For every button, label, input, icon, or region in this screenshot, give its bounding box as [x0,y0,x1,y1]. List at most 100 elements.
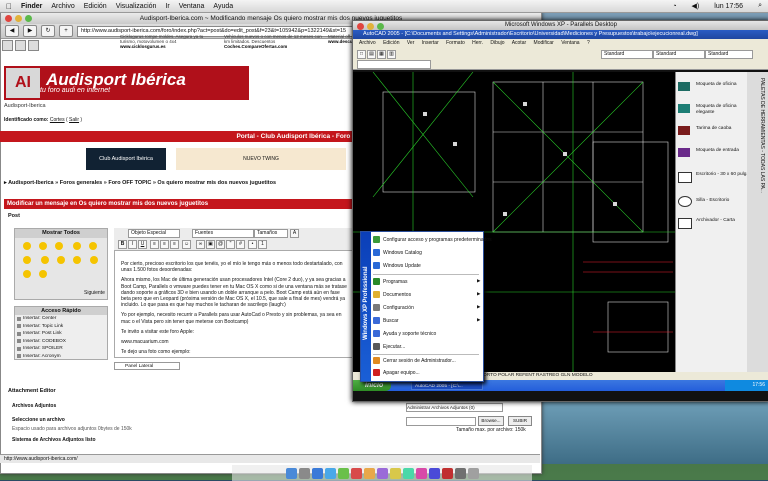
manage-attachments-select[interactable]: Administrar Archivos Adjuntos (0) [406,403,503,412]
bold-button[interactable]: B [118,240,127,249]
smiley-icon[interactable] [23,242,31,250]
cad-menu-acotar[interactable]: Acotar [512,40,526,46]
twingo-banner[interactable]: NUEVO TWING [176,148,346,170]
menu-ayuda[interactable]: Ayuda [213,3,233,10]
quick-item[interactable]: Insertar: Center [15,315,107,323]
help-item[interactable]: Ayuda y soporte técnico [373,330,436,337]
ichat-icon[interactable] [337,467,349,479]
cad-menu-help[interactable]: ? [587,40,590,46]
ad-2[interactable]: Vehículos nuevos o con menos de 12 meses… [224,34,324,58]
swatch-icon[interactable] [678,148,690,157]
ical-icon[interactable] [363,467,375,479]
font-select[interactable]: Fuentes [192,229,254,238]
numbered-list-button[interactable]: 1 [258,240,267,249]
palette-item[interactable]: Tarima de caoba [696,126,731,132]
cad-menu-formato[interactable]: Formato [446,40,465,46]
smiley-icon[interactable] [55,242,63,250]
new-icon[interactable]: □ [357,50,366,59]
quick-item[interactable]: Insertar: Topic Link [15,323,107,331]
breadcrumb[interactable]: ▸ Audisport-Iberica » Foros generales » … [4,180,276,186]
underline-button[interactable]: U [138,240,147,249]
site-logo[interactable]: AI Audisport Ibérica tu foro audi en int… [4,66,249,100]
close-icon[interactable] [357,23,364,30]
dim-style-select[interactable]: Standard [653,50,705,59]
cad-menu-dibujo[interactable]: Dibujo [490,40,504,46]
addressbook-icon[interactable] [350,467,362,479]
safari-icon[interactable] [324,467,336,479]
iphoto-icon[interactable] [389,467,401,479]
taskbar-item-autocad[interactable]: AutoCAD 2005 - [C:\... [411,381,483,390]
smiley-icon[interactable] [72,242,81,250]
menu-ventana[interactable]: Ventana [179,3,205,10]
emoticons-next-link[interactable]: Siguiente [84,290,105,296]
volume-icon[interactable]: ◀) [692,2,700,10]
minimize-icon[interactable] [367,23,374,30]
site-crumb[interactable]: Audisport-Iberica [4,103,46,109]
smiley-icon[interactable] [88,242,97,250]
menu-ir[interactable]: Ir [165,3,169,10]
save-icon[interactable]: ▦ [377,50,386,59]
dashboard-icon[interactable] [298,467,310,479]
mail-icon[interactable] [311,467,323,479]
palette-item[interactable]: Silla - Escritorio [696,198,729,204]
zoom-icon[interactable] [377,23,384,30]
smiley-icon[interactable] [72,256,81,264]
italic-button[interactable]: I [128,240,137,249]
size-select[interactable]: Tamaños [254,229,288,238]
text-style-select[interactable]: Standard [601,50,653,59]
parallels-icon[interactable] [441,467,453,479]
cad-menu-modificar[interactable]: Modificar [534,40,554,46]
palette-item[interactable]: Escritorio - 30 x 60 pulg. [696,172,748,178]
table-style-select[interactable]: Standard [705,50,753,59]
cad-menu-ver[interactable]: Ver [407,40,415,46]
zoom-icon[interactable] [25,15,32,22]
smiley-icon[interactable] [23,270,31,278]
swatch-icon[interactable] [678,126,690,135]
forward-button[interactable]: ▶ [23,25,37,37]
align-center-button[interactable]: ≡ [160,240,169,249]
browse-button[interactable]: Browse... [478,416,504,426]
file-input[interactable] [406,417,476,426]
email-button[interactable]: @ [216,240,225,249]
smiley-icon[interactable] [90,256,99,264]
smiley-icon[interactable] [39,270,47,278]
settings-item[interactable]: Configuración [373,304,414,311]
imovie-icon[interactable] [402,467,414,479]
garageband-icon[interactable] [415,467,427,479]
code-button[interactable]: # [236,240,245,249]
print-icon[interactable] [2,40,13,51]
close-icon[interactable] [5,15,12,22]
windows-catalog-item[interactable]: Windows Catalog [373,249,422,256]
cad-menu-ventana[interactable]: Ventana [561,40,579,46]
windows-update-item[interactable]: Windows Update [373,262,421,269]
post-textarea[interactable]: Por cierto, precioso escritorio los que … [114,250,354,358]
desk-icon[interactable] [678,172,692,183]
logoff-item[interactable]: Cerrar sesión de Administrador... [373,357,456,364]
system-tray-clock[interactable]: 17:56 [725,380,768,391]
folder-icon[interactable] [454,467,466,479]
finder-icon[interactable] [285,467,297,479]
cad-menu-herr[interactable]: Herr. [472,40,483,46]
quick-item[interactable]: Insertar: CODEBOX [15,338,107,346]
menu-finder[interactable]: Finder [21,3,42,10]
search-item[interactable]: Buscar [373,317,399,324]
list-button[interactable]: • [248,240,257,249]
menu-archivo[interactable]: Archivo [51,3,74,10]
cad-menu-insertar[interactable]: Insertar [422,40,439,46]
side-panel-toggle[interactable]: Panel Lateral [114,362,180,370]
shutdown-item[interactable]: Apagar equipo... [373,369,420,376]
chair-icon[interactable] [678,196,692,207]
documents-item[interactable]: Documentos [373,291,411,298]
image-button[interactable]: ▣ [206,240,215,249]
quick-item[interactable]: Insertar: Post Link [15,330,107,338]
quote-button[interactable]: " [226,240,235,249]
trash-icon[interactable] [467,467,479,479]
font-color-button[interactable]: A [290,229,299,238]
align-left-button[interactable]: ≡ [150,240,159,249]
itunes-icon[interactable] [376,467,388,479]
ad-1[interactable]: Cicklogurus rompe moldes. Asegura ya tu … [120,34,220,58]
add-bookmark-button[interactable]: + [59,25,73,37]
cad-menu-edicion[interactable]: Edición [383,40,399,46]
swatch-icon[interactable] [678,104,690,113]
spotlight-icon[interactable]: ⌕ [758,2,762,10]
